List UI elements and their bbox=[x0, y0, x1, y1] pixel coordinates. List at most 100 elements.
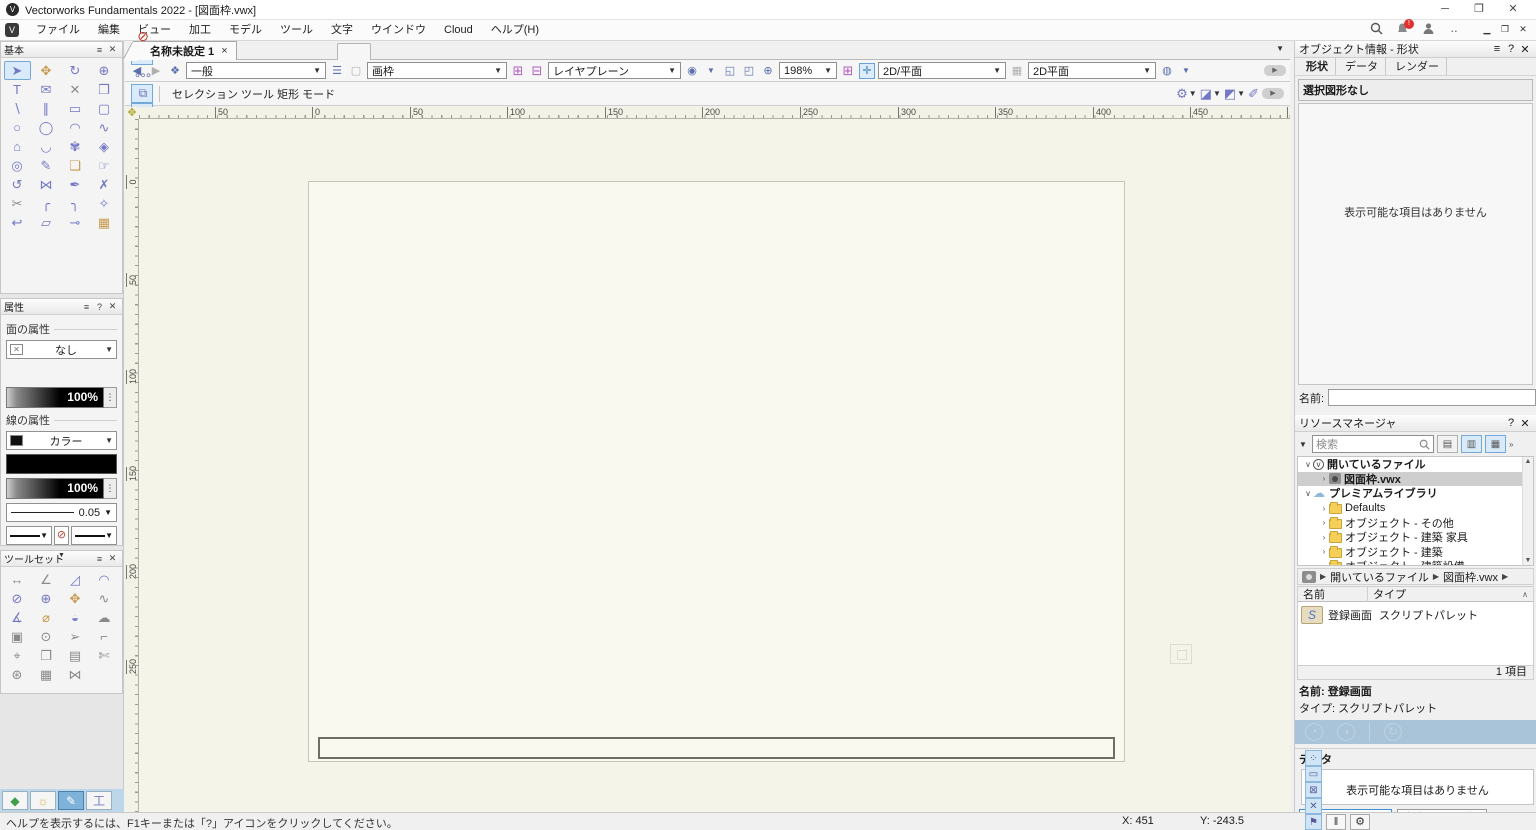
linear-dimension-tool[interactable]: ↔ bbox=[4, 570, 31, 589]
menu-item[interactable]: ツール bbox=[271, 24, 322, 36]
preview-shade-icon[interactable]: ◑ bbox=[1337, 723, 1355, 741]
line-weight-select[interactable]: 0.05 ▼ bbox=[6, 503, 117, 522]
line-tool[interactable]: ∖ bbox=[4, 99, 31, 118]
layer-visibility-icon[interactable]: ⊟ bbox=[529, 63, 545, 79]
sheet-border-rectangle[interactable] bbox=[308, 181, 1125, 762]
copy-attributes-tool[interactable]: ❏ bbox=[62, 156, 89, 175]
tree-chevron-icon[interactable]: › bbox=[1319, 504, 1329, 513]
diameter-dimension-tool[interactable]: ⊘ bbox=[4, 589, 31, 608]
spiral-tool[interactable]: ◎ bbox=[4, 156, 31, 175]
line-style-select[interactable]: カラー ▼ bbox=[6, 431, 117, 450]
search-filter-dropdown-icon[interactable]: ▼ bbox=[1299, 440, 1309, 449]
connect-combine-tool[interactable]: ⊸ bbox=[62, 213, 89, 232]
selection-tool[interactable]: ➤ bbox=[3, 61, 31, 80]
multi-reshape-mode-icon[interactable]: ∘∘∘ bbox=[131, 65, 153, 84]
column-type[interactable]: タイプ bbox=[1368, 586, 1522, 602]
view-cycle-icon[interactable]: ◉ bbox=[684, 63, 700, 79]
arc-dimension-tool[interactable]: ◠ bbox=[91, 570, 118, 589]
snap-settings-button[interactable]: ⚙ bbox=[1350, 814, 1370, 830]
fill-style-icon[interactable]: ◩ ▼ bbox=[1224, 86, 1245, 102]
minimize-button[interactable]: ─ bbox=[1428, 0, 1462, 19]
doc-restore-button[interactable]: ❐ bbox=[1496, 22, 1514, 38]
menu-item[interactable]: ファイル bbox=[27, 24, 89, 36]
palette-menu-icon[interactable]: ≡ bbox=[93, 45, 106, 55]
zoom-level-select[interactable]: 198% ▼ bbox=[779, 62, 837, 79]
fit-page-icon[interactable]: ◱ bbox=[722, 63, 738, 79]
elbow-tool[interactable]: ⌐ bbox=[91, 627, 118, 646]
grab-tool[interactable]: ✥ bbox=[62, 589, 89, 608]
sort-icon[interactable]: ∧ bbox=[1522, 590, 1533, 599]
double-line-tool[interactable]: ∥ bbox=[33, 99, 60, 118]
palette-menu-icon[interactable]: ≡ bbox=[1490, 43, 1504, 55]
tree-chevron-icon[interactable]: ∨ bbox=[1303, 489, 1313, 498]
fit-objects-icon[interactable]: ◰ bbox=[741, 63, 757, 79]
stack-tool[interactable]: ❐ bbox=[33, 646, 60, 665]
break-tool[interactable]: ✄ bbox=[91, 646, 118, 665]
trim-tool[interactable]: ✗ bbox=[91, 175, 118, 194]
object-info-tab[interactable]: 形状 bbox=[1299, 57, 1336, 75]
resource-overflow-icon[interactable]: » bbox=[1509, 440, 1513, 449]
class-options-icon[interactable]: ◆ bbox=[2, 791, 28, 810]
globe-tool[interactable]: ⊛ bbox=[4, 665, 31, 684]
lighting-options-icon[interactable]: ☼ bbox=[30, 791, 56, 810]
tree-row[interactable]: › オブジェクト - 建築設備 bbox=[1298, 559, 1533, 565]
object-info-tab[interactable]: レンダー bbox=[1388, 57, 1447, 75]
start-marker-select[interactable]: ▼ bbox=[6, 526, 52, 545]
render-mode-dropdown-icon[interactable]: ▼ bbox=[1178, 63, 1194, 79]
menu-item[interactable]: 編集 bbox=[89, 24, 129, 36]
palette-help-icon[interactable]: ? bbox=[1504, 43, 1518, 55]
viewport-tool[interactable]: ▣ bbox=[4, 627, 31, 646]
preview-render-icon[interactable]: ◔ bbox=[1305, 723, 1323, 741]
close-button[interactable]: ✕ bbox=[1496, 0, 1530, 19]
title-block-rectangle[interactable] bbox=[318, 737, 1115, 759]
ruler-origin-icon[interactable]: ✥ bbox=[125, 107, 139, 119]
fillet-tool[interactable]: ╭ bbox=[33, 194, 60, 213]
drawing-canvas[interactable] bbox=[139, 119, 1290, 812]
snap-smart-point-icon[interactable]: ⚑ bbox=[1305, 814, 1322, 830]
revision-cloud-tool[interactable]: ☁ bbox=[91, 608, 118, 627]
multi-view-icon[interactable]: ⊞ bbox=[840, 63, 856, 79]
tree-chevron-icon[interactable]: › bbox=[1319, 562, 1329, 565]
grid-tool[interactable]: ▦ bbox=[33, 665, 60, 684]
notification-icon[interactable]: ! bbox=[1394, 19, 1414, 38]
end-marker-select[interactable]: ▼ bbox=[71, 526, 117, 545]
tree-row[interactable]: ∨ v 開いているファイル bbox=[1298, 457, 1533, 472]
marker-disabled-icon[interactable]: ⊘ bbox=[54, 526, 69, 545]
wand-tool[interactable]: ✧ bbox=[91, 194, 118, 213]
palette-close-icon[interactable]: ✕ bbox=[106, 301, 119, 312]
ellipse-tool[interactable]: ◯ bbox=[33, 118, 60, 137]
freehand-tool[interactable]: ∿ bbox=[91, 118, 118, 137]
tree-chevron-icon[interactable]: ∨ bbox=[1303, 460, 1313, 469]
tree-row[interactable]: › 図面枠.vwx bbox=[1298, 471, 1533, 487]
angular-dimension-tool[interactable]: ∠ bbox=[33, 570, 60, 589]
tree-row[interactable]: › Defaults bbox=[1298, 501, 1533, 516]
menu-item[interactable]: モデル bbox=[220, 24, 271, 36]
menu-item[interactable]: ウインドウ bbox=[362, 24, 435, 36]
palette-help-icon[interactable]: ? bbox=[1504, 417, 1518, 429]
rotate-tool[interactable]: ↺ bbox=[4, 175, 31, 194]
palette-close-icon[interactable]: ✕ bbox=[1518, 417, 1532, 430]
axis-tool[interactable]: ∡ bbox=[4, 608, 31, 627]
menu-item[interactable]: 加工 bbox=[180, 24, 220, 36]
search-icon[interactable] bbox=[1368, 22, 1384, 38]
tree-chevron-icon[interactable]: › bbox=[1319, 533, 1329, 542]
selection-option-icon[interactable]: ⧉ bbox=[131, 84, 153, 103]
view-select[interactable]: 2D/平面 ▼ bbox=[878, 62, 1006, 79]
layer-select[interactable]: 画枠 ▼ bbox=[367, 62, 507, 79]
scale-bar-tool[interactable]: ▤ bbox=[62, 646, 89, 665]
scroll-down-icon[interactable]: ▼ bbox=[1523, 557, 1533, 564]
menu-item[interactable]: Cloud bbox=[435, 24, 482, 36]
screw-bolt-tool[interactable]: ⌖ bbox=[4, 646, 31, 665]
tree-row[interactable]: › オブジェクト - 建築 家具 bbox=[1298, 530, 1533, 545]
protractor-tool[interactable]: ◒ bbox=[62, 608, 89, 627]
regular-polygon-tool[interactable]: ◈ bbox=[91, 137, 118, 156]
class-options-icon[interactable]: ⊞ bbox=[510, 63, 526, 79]
line-opacity-options-button[interactable]: ⋮ bbox=[104, 478, 117, 499]
palette-close-icon[interactable]: ✕ bbox=[1518, 43, 1532, 56]
working-plane-select[interactable]: レイヤプレーン ▼ bbox=[548, 62, 681, 79]
rectangle-tool[interactable]: ▭ bbox=[62, 99, 89, 118]
column-name[interactable]: 名前 bbox=[1298, 586, 1368, 602]
delete-tool[interactable]: ✕ bbox=[62, 80, 89, 99]
search-input[interactable]: 検索 bbox=[1312, 435, 1434, 453]
radial-dimension-tool[interactable]: ◿ bbox=[62, 570, 89, 589]
